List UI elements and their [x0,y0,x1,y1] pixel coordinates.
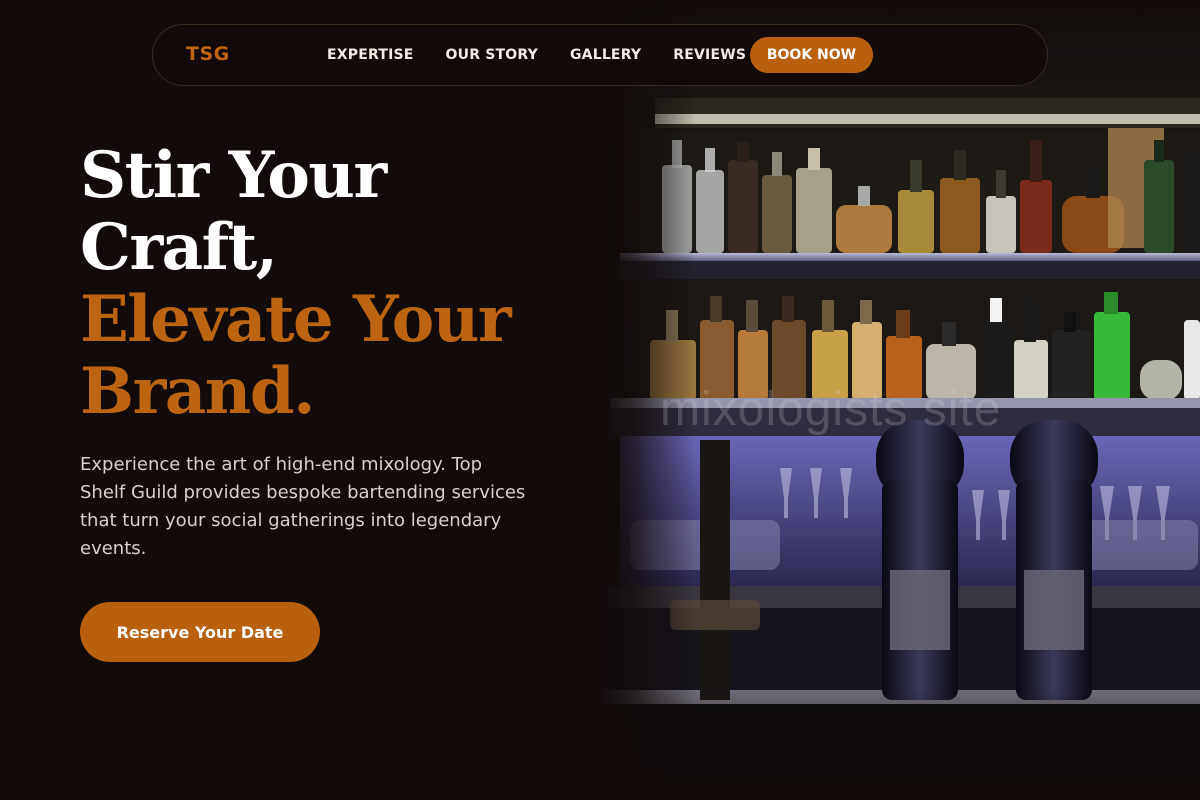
nav-link-our-story[interactable]: OUR STORY [446,47,538,63]
nav-link-reviews[interactable]: REVIEWS [673,47,746,63]
brand-logo[interactable]: TSG [186,43,230,65]
nav-links: EXPERTISE OUR STORY GALLERY REVIEWS [327,25,778,85]
nav-link-expertise[interactable]: EXPERTISE [327,47,414,63]
top-navbar: TSG EXPERTISE OUR STORY GALLERY REVIEWS … [152,24,1048,86]
headline-line-4: Brand. [80,354,315,429]
nav-link-gallery[interactable]: GALLERY [570,47,641,63]
headline-line-3: Elevate Your [80,282,512,357]
headline-line-1: Stir Your [80,138,387,213]
reserve-date-button[interactable]: Reserve Your Date [80,602,320,662]
hero-headline: Stir Your Craft, Elevate Your Brand. [80,140,600,428]
image-watermark: mixologists site [660,383,1002,436]
landing-page: mixologists site TSG EXPERTISE OUR STORY… [0,0,1200,800]
headline-line-2: Craft, [80,210,278,285]
hero-description: Experience the art of high-end mixology.… [80,454,526,559]
book-now-button[interactable]: BOOK NOW [750,37,873,73]
